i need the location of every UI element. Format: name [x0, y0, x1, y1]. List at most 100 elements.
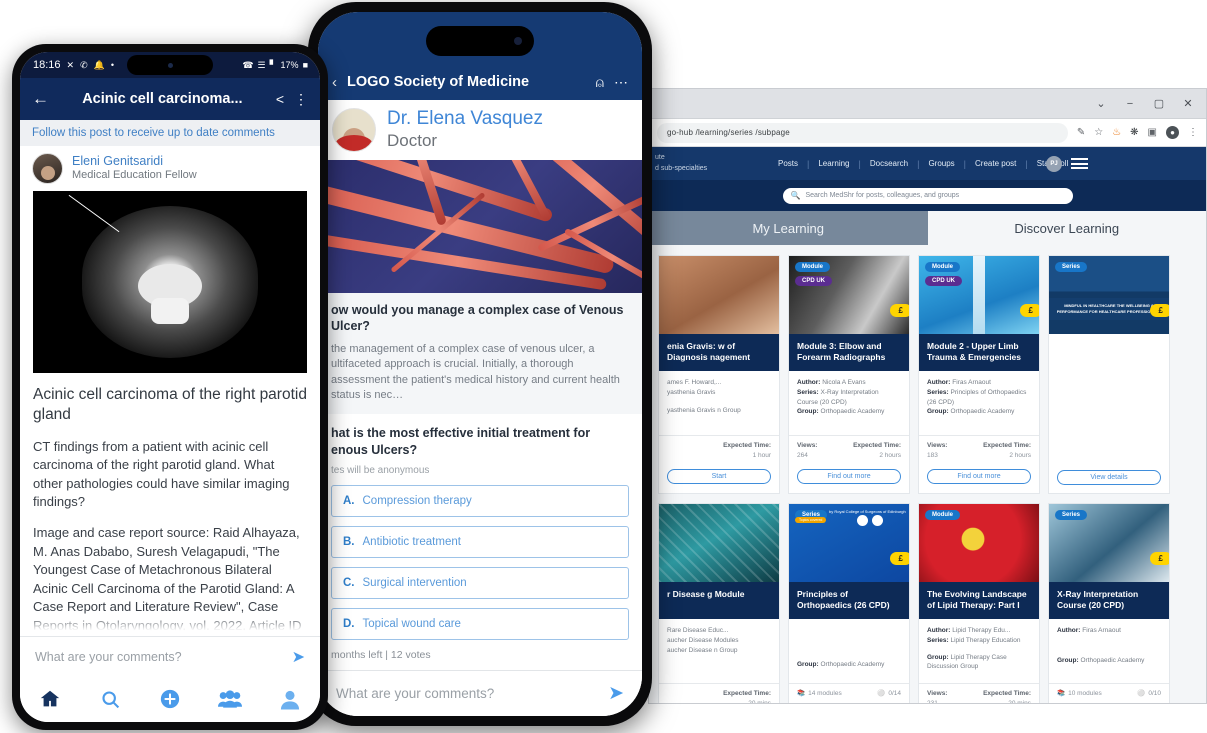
nav-item-posts[interactable]: Posts: [769, 159, 807, 168]
card-title: enia Gravis: w of Diagnosis nagement: [659, 334, 779, 371]
hamburger-icon[interactable]: [1071, 158, 1088, 169]
nav-search-icon[interactable]: [80, 689, 140, 710]
nav-item-groups[interactable]: Groups: [919, 159, 963, 168]
comment-bar[interactable]: What are your comments? ➤: [20, 636, 320, 676]
poll-scroll-area[interactable]: ow would you manage a complex case of Ve…: [318, 293, 642, 670]
badge-cpd: CPD UK: [795, 276, 833, 286]
comment-input[interactable]: What are your comments?: [336, 686, 608, 701]
kebab-icon[interactable]: ⋮: [1188, 127, 1198, 138]
bottom-navigation: [20, 676, 320, 722]
card-title: The Evolving Landscape of Lipid Therapy:…: [919, 582, 1039, 619]
profile-icon[interactable]: ●: [1166, 126, 1179, 139]
back-icon[interactable]: ‹: [332, 74, 337, 91]
iphone-device: ‹ LOGO Society of Medicine ⍝ ⋯ Dr. Elena…: [308, 2, 652, 726]
close-icon[interactable]: ✕: [1182, 98, 1194, 110]
card-series: Lipid Therapy Education: [950, 636, 1021, 644]
learning-card[interactable]: Series by Royal College of Surgeons of E…: [788, 503, 910, 703]
card-progress: ⚪ 0/10: [1137, 689, 1161, 698]
card-row-2: r Disease g Module Rare Disease Educ... …: [658, 503, 1197, 704]
tab-discover-learning[interactable]: Discover Learning: [927, 211, 1206, 245]
card-progress: ⚪ 0/14: [877, 689, 901, 698]
author-row[interactable]: Eleni Genitsaridi Medical Education Fell…: [20, 146, 320, 191]
post-scroll-area[interactable]: Acinic cell carcinoma of the right parot…: [20, 191, 320, 636]
learning-card[interactable]: Series RK MINDFUL IN HEALTHCARE THE WELL…: [1048, 255, 1170, 494]
edit-icon[interactable]: ✎: [1077, 127, 1085, 138]
card-action-button[interactable]: Find out more: [797, 469, 901, 485]
card-time: Expected Time: 1 hour: [723, 441, 771, 461]
option-text: Compression therapy: [362, 495, 472, 508]
nav-item-create-post[interactable]: Create post: [966, 159, 1025, 168]
card-time-label: Expected Time:: [853, 442, 901, 449]
share-icon[interactable]: <: [276, 91, 284, 107]
nav-profile-icon[interactable]: [260, 689, 320, 710]
card-meta: Author: Lipid Therapy Edu... Series: Lip…: [919, 619, 1039, 683]
puzzle-icon[interactable]: ❋: [1130, 127, 1138, 138]
card-action-button[interactable]: View details: [1057, 470, 1161, 485]
search-band: 🔍 Search MedShr for posts, colleagues, a…: [649, 180, 1206, 211]
nav-add-icon[interactable]: [140, 688, 200, 710]
comment-input[interactable]: What are your comments?: [35, 650, 292, 664]
maximize-icon[interactable]: ▢: [1153, 98, 1165, 110]
comment-bar[interactable]: What are your comments? ➤: [318, 670, 642, 716]
android-screen: 18:16 ✕ ✆ 🔔 • ☎ ☰ ▘ 17% ■ ← Acinic cell …: [20, 52, 320, 722]
learning-card[interactable]: Series £ X-Ray Interpretation Course (20…: [1048, 503, 1170, 703]
learning-card[interactable]: Module CPD UK £ Module 2 - Upper Limb Tr…: [918, 255, 1040, 494]
back-icon[interactable]: ←: [32, 89, 49, 109]
poll-option-d[interactable]: D. Topical wound care: [331, 608, 629, 641]
card-title: X-Ray Interpretation Course (20 CPD): [1049, 582, 1169, 619]
poll-option-b[interactable]: B. Antibiotic treatment: [331, 526, 629, 559]
share-icon[interactable]: ⍝: [596, 74, 604, 91]
nav-home-icon[interactable]: [20, 688, 80, 710]
ellipsis-icon[interactable]: ⋯: [614, 74, 628, 91]
card-action-button[interactable]: Start: [667, 469, 771, 485]
card-action-button[interactable]: Find out more: [927, 469, 1031, 485]
bell-icon: 🔔: [93, 59, 105, 70]
nav-item-learning[interactable]: Learning: [809, 159, 858, 168]
learning-card[interactable]: enia Gravis: w of Diagnosis nagement ame…: [658, 255, 780, 494]
learning-card[interactable]: Module The Evolving Landscape of Lipid T…: [918, 503, 1040, 704]
learning-card[interactable]: r Disease g Module Rare Disease Educ... …: [658, 503, 780, 703]
search-icon: 🔍: [790, 191, 801, 200]
avatar[interactable]: PJ: [1046, 155, 1062, 172]
card-group: Orthopaedic Academy: [950, 408, 1015, 416]
panel-icon[interactable]: ▣: [1148, 127, 1157, 138]
tab-my-learning[interactable]: My Learning: [649, 211, 928, 245]
chevron-down-icon[interactable]: ⌄: [1095, 98, 1107, 110]
star-icon[interactable]: ☆: [1094, 127, 1103, 138]
price-badge: £: [889, 304, 909, 317]
post-body: Acinic cell carcinoma of the right parot…: [20, 373, 320, 636]
card-time-value: 2 hours: [879, 452, 901, 460]
url-input[interactable]: go-hub /learning/series /subpage: [657, 122, 1068, 143]
author-name[interactable]: Eleni Genitsaridi: [72, 154, 197, 170]
send-icon[interactable]: ➤: [608, 682, 624, 705]
card-meta: Rare Disease Educ... aucher Disease Modu…: [659, 619, 779, 683]
poll-option-c[interactable]: C. Surgical intervention: [331, 567, 629, 600]
card-author: Lipid Therapy Edu...: [952, 627, 1011, 634]
android-status-bar: 18:16 ✕ ✆ 🔔 • ☎ ☰ ▘ 17% ■: [20, 52, 320, 78]
kebab-icon[interactable]: ⋮: [294, 91, 308, 108]
card-time: Expected Time: 2 hours: [853, 441, 901, 461]
poll-option-a[interactable]: A. Compression therapy: [331, 485, 629, 518]
author-row[interactable]: Dr. Elena Vasquez Doctor: [318, 100, 642, 160]
follow-post-banner[interactable]: Follow this post to receive up to date c…: [20, 120, 320, 146]
topics-pill: Topics covered: [795, 517, 827, 523]
badge-module: Module: [925, 510, 960, 520]
nav-groups-icon[interactable]: [200, 688, 260, 710]
option-letter: C.: [343, 577, 355, 590]
battery-percent: 17%: [280, 60, 299, 70]
trophy-icon: ⚪: [877, 690, 886, 697]
author-name[interactable]: Dr. Elena Vasquez: [387, 108, 543, 131]
nav-item-docsearch[interactable]: Docsearch: [861, 159, 917, 168]
flame-icon[interactable]: ♨: [1112, 127, 1121, 138]
card-views: Views: 264: [797, 441, 817, 461]
learning-card[interactable]: Module CPD UK £ Module 3: Elbow and Fore…: [788, 255, 910, 494]
card-modules: 📚 14 modules: [797, 689, 842, 698]
window-titlebar: ⌄ − ▢ ✕: [649, 89, 1206, 119]
send-icon[interactable]: ➤: [292, 647, 305, 667]
learning-cards-area: enia Gravis: w of Diagnosis nagement ame…: [649, 245, 1206, 704]
minimize-icon[interactable]: −: [1124, 98, 1136, 110]
card-image: Module: [919, 504, 1039, 582]
search-input[interactable]: 🔍 Search MedShr for posts, colleagues, a…: [782, 187, 1073, 204]
card-views-value: 231: [927, 700, 938, 704]
browser-address-bar: go-hub /learning/series /subpage ✎ ☆ ♨ ❋…: [649, 119, 1206, 147]
